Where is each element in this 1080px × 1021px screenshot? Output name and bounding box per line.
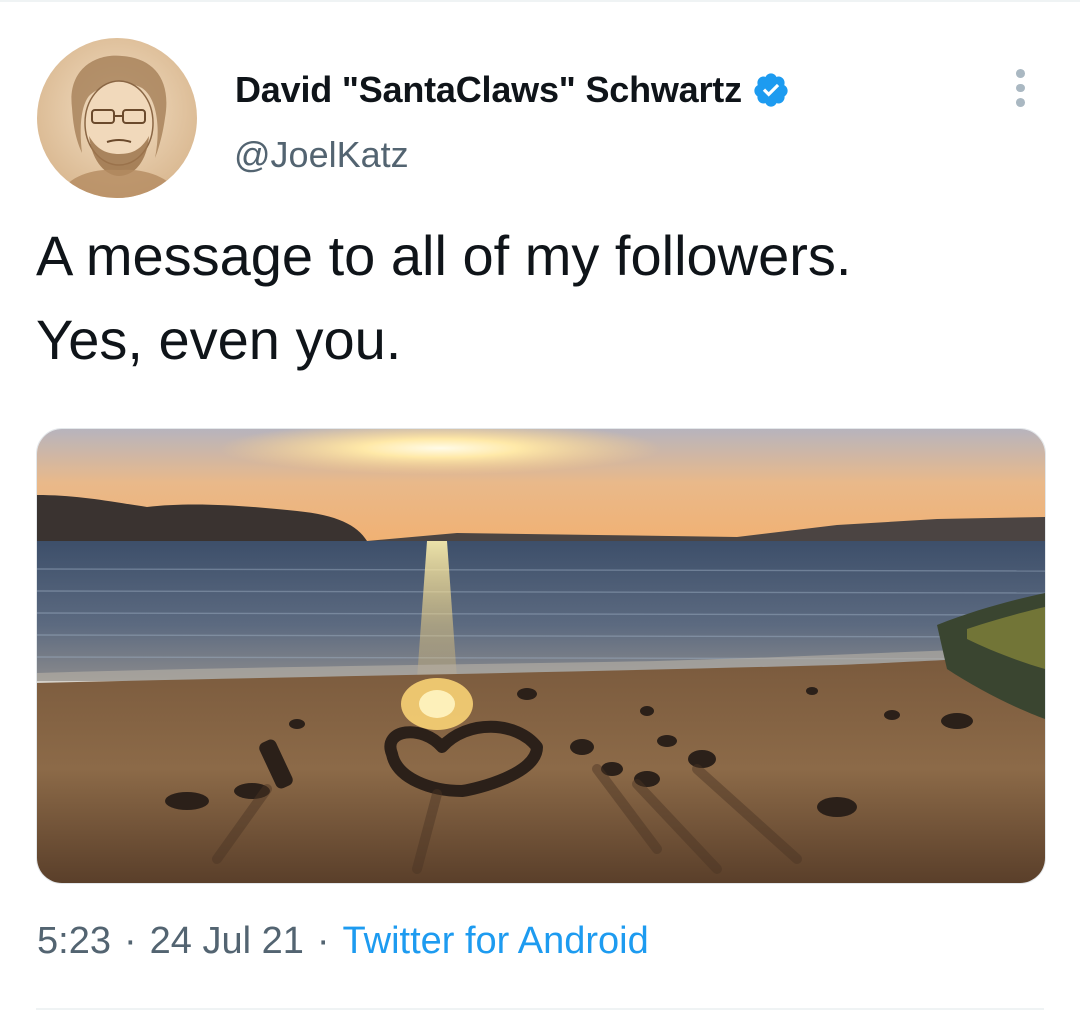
- tweet-date[interactable]: 24 Jul 21: [150, 920, 304, 963]
- author-avatar[interactable]: [37, 38, 197, 198]
- meta-separator: ·: [316, 920, 330, 962]
- author-name-row: David "SantaClaws" Schwartz: [235, 68, 790, 112]
- author-display-name[interactable]: David "SantaClaws" Schwartz: [235, 69, 742, 111]
- tweet-text: A message to all of my followers. Yes, e…: [36, 214, 1046, 382]
- more-options-icon-dot: [1015, 83, 1025, 93]
- tweet-photo[interactable]: [36, 428, 1046, 884]
- verified-badge-icon: [752, 71, 790, 109]
- top-divider: [0, 0, 1080, 2]
- tweet-source-link[interactable]: Twitter for Android: [343, 920, 649, 963]
- tweet-time[interactable]: 5:23: [37, 920, 111, 963]
- more-options-button[interactable]: [1004, 66, 1036, 110]
- tweet-meta: 5:23 · 24 Jul 21 · Twitter for Android: [37, 920, 649, 963]
- more-options-icon: [1015, 69, 1025, 78]
- more-options-icon-dot: [1015, 98, 1025, 108]
- tweet-text-line: A message to all of my followers.: [36, 224, 852, 287]
- tweet-text-line: Yes, even you.: [36, 308, 402, 371]
- bottom-divider: [36, 1008, 1044, 1010]
- meta-separator: ·: [123, 920, 137, 962]
- author-handle[interactable]: @JoelKatz: [234, 134, 409, 176]
